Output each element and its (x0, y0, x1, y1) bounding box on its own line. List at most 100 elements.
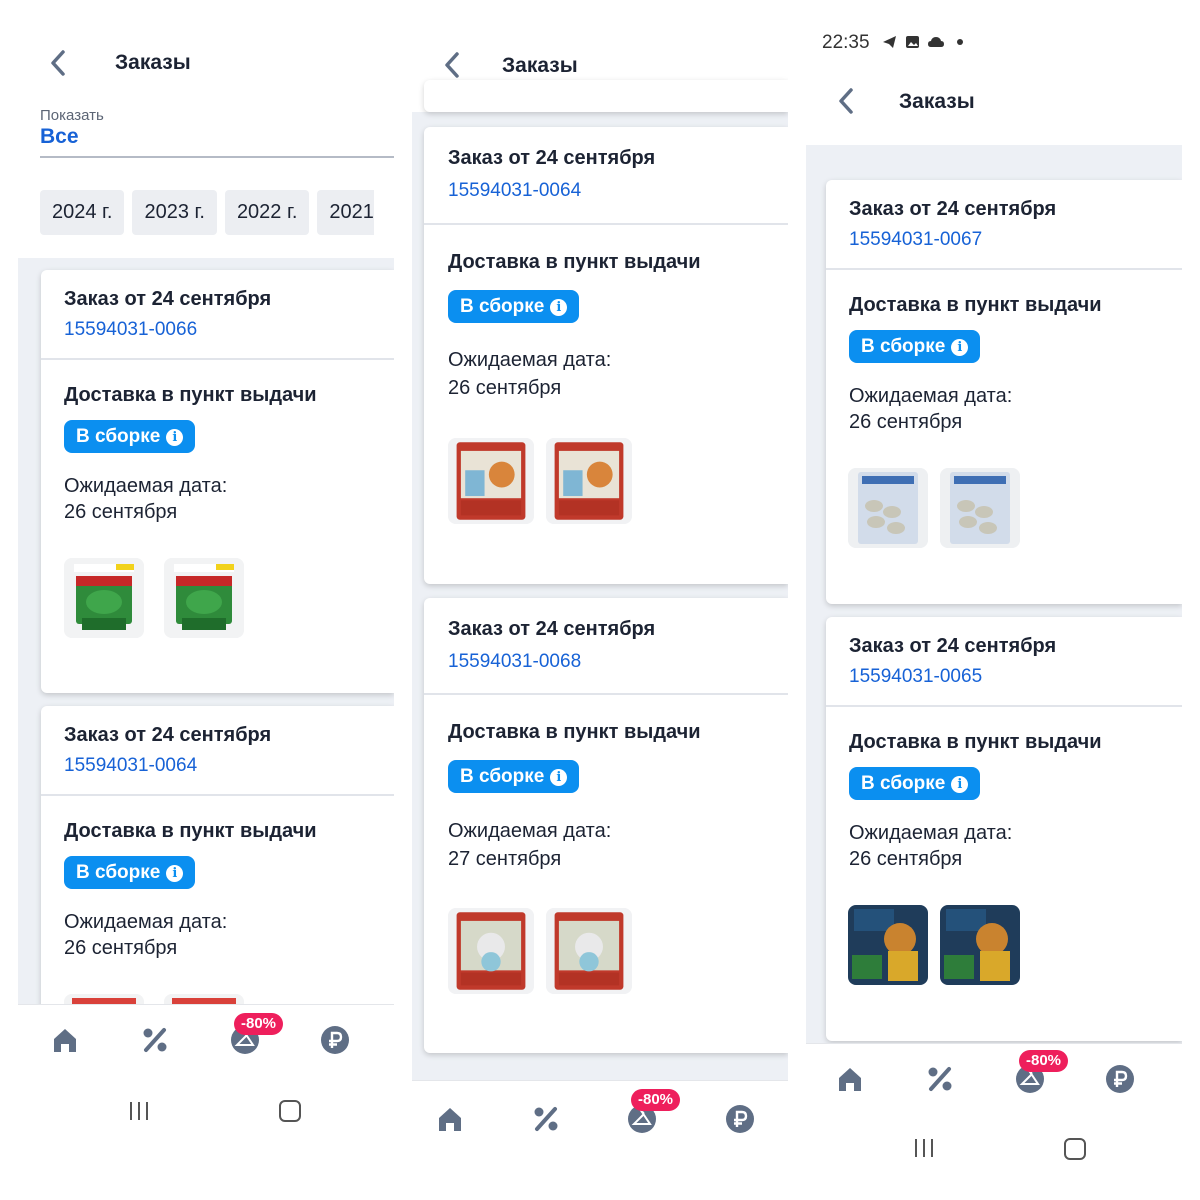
chevron-left-icon (839, 88, 853, 114)
order-number[interactable]: 15594031-0066 (64, 319, 197, 341)
back-button[interactable] (836, 87, 856, 115)
product-thumbnail[interactable] (546, 438, 632, 524)
order-card[interactable]: Заказ от 24 сентября 15594031-0064 Доста… (424, 127, 788, 584)
image-icon (905, 35, 920, 49)
ruble-icon (1106, 1065, 1134, 1093)
status-badge[interactable]: В сборке i (64, 856, 196, 889)
back-button[interactable] (48, 49, 68, 77)
info-icon[interactable]: i (951, 339, 969, 356)
canned-food-image (64, 558, 144, 638)
status-badge[interactable]: В сборке i (448, 760, 580, 793)
status-badge[interactable]: В сборке i (64, 420, 196, 453)
clock: 22:35 (822, 32, 870, 53)
screen-orders-1: Заказы Показать Все 2024 г. 2023 г. 2022 г… (18, 0, 394, 1142)
divider (826, 268, 1182, 270)
info-icon[interactable]: i (550, 299, 568, 316)
year-chip[interactable]: 2021 (317, 190, 374, 235)
info-icon[interactable]: i (166, 429, 184, 446)
order-number[interactable]: 15594031-0068 (448, 651, 581, 673)
status-label: В сборке (76, 426, 161, 447)
product-thumbnail[interactable] (848, 468, 928, 548)
expected-date: 26 сентября (849, 411, 963, 433)
expected-date: 26 сентября (849, 848, 963, 870)
order-title: Заказ от 24 сентября (849, 198, 1057, 220)
kitten-food-image (448, 908, 534, 994)
promo-badge[interactable]: -80% (631, 1089, 681, 1111)
nav-promotions[interactable] (531, 1104, 561, 1134)
delivery-type: Доставка в пункт выдачи (849, 731, 1102, 753)
expected-date-label: Ожидаемая дата: (849, 385, 1013, 407)
order-card[interactable]: Заказ от 24 сентября 15594031-0067 Доста… (826, 180, 1182, 604)
delivery-type: Доставка в пункт выдачи (849, 294, 1102, 316)
year-chip[interactable]: 2023 г. (132, 190, 217, 235)
ruble-icon (321, 1026, 349, 1054)
info-icon[interactable]: i (951, 776, 969, 793)
nav-payments[interactable] (320, 1025, 350, 1055)
promo-badge[interactable]: -80% (234, 1013, 284, 1035)
system-home-button[interactable] (279, 1100, 301, 1122)
order-card[interactable]: Заказ от 24 сентября 15594031-0066 Доста… (41, 270, 394, 693)
order-card[interactable]: Заказ от 24 сентября 15594031-0068 Доста… (424, 598, 788, 1053)
percent-icon (534, 1107, 558, 1131)
cloud-icon (927, 35, 945, 49)
chevron-left-icon (445, 52, 459, 78)
nav-home[interactable] (435, 1104, 465, 1134)
expected-date: 26 сентября (64, 937, 178, 959)
filter-label: Показать (40, 107, 104, 124)
canned-food-image (164, 558, 244, 638)
expected-date: 26 сентября (448, 377, 562, 399)
system-recent-apps[interactable] (128, 1101, 150, 1121)
nav-home[interactable] (50, 1025, 80, 1055)
chevron-left-icon (51, 50, 65, 76)
home-icon (439, 1108, 461, 1131)
divider (424, 693, 788, 695)
system-home-button[interactable] (1064, 1138, 1086, 1160)
order-number[interactable]: 15594031-0065 (849, 666, 982, 688)
order-number[interactable]: 15594031-0064 (64, 755, 197, 777)
delivery-type: Доставка в пункт выдачи (448, 721, 701, 743)
product-thumbnail[interactable] (64, 558, 144, 638)
info-icon[interactable]: i (166, 865, 184, 882)
status-badge[interactable]: В сборке i (849, 330, 981, 363)
kitten-food-image (546, 908, 632, 994)
order-title: Заказ от 24 сентября (448, 618, 656, 640)
order-title: Заказ от 24 сентября (64, 288, 272, 310)
status-badge[interactable]: В сборке i (448, 290, 580, 323)
product-thumbnail[interactable] (448, 908, 534, 994)
order-number[interactable]: 15594031-0067 (849, 229, 982, 251)
delivery-type: Доставка в пункт выдачи (64, 384, 317, 406)
expected-date: 26 сентября (64, 501, 178, 523)
status-bar: 22:35 (806, 0, 1182, 80)
nav-home[interactable] (835, 1064, 865, 1094)
order-number[interactable]: 15594031-0064 (448, 180, 581, 202)
back-button[interactable] (442, 51, 462, 79)
nav-payments[interactable] (725, 1104, 755, 1134)
order-title: Заказ от 24 сентября (849, 635, 1057, 657)
nav-promotions[interactable] (140, 1025, 170, 1055)
year-chip[interactable]: 2022 г. (224, 190, 310, 235)
product-thumbnail[interactable] (164, 558, 244, 638)
nav-promotions[interactable] (925, 1064, 955, 1094)
cat-food-image (848, 905, 928, 985)
product-thumbnail[interactable] (940, 468, 1020, 548)
system-recent-apps[interactable] (913, 1138, 935, 1158)
info-icon[interactable]: i (550, 769, 568, 786)
product-thumbnail[interactable] (546, 908, 632, 994)
order-card[interactable]: Заказ от 24 сентября 15594031-0064 Доста… (41, 706, 394, 1036)
telegram-icon (882, 35, 897, 49)
screen-orders-3: 22:35 Заказы Заказ от 24 сентября 155940… (806, 0, 1182, 1180)
status-badge[interactable]: В сборке i (849, 767, 981, 800)
filter-select[interactable]: Все (40, 125, 79, 149)
product-thumbnail[interactable] (448, 438, 534, 524)
status-label: В сборке (460, 766, 545, 787)
year-chip[interactable]: 2024 г. (40, 190, 125, 235)
screen-orders-2: Заказы Заказ от 24 сентября 15594031-006… (412, 0, 788, 1180)
nav-payments[interactable] (1105, 1064, 1135, 1094)
product-thumbnail[interactable] (940, 905, 1020, 985)
page-title: Заказы (115, 51, 191, 74)
product-thumbnail[interactable] (848, 905, 928, 985)
year-chips: 2024 г. 2023 г. 2022 г. 2021 (40, 190, 394, 235)
divider (41, 794, 394, 796)
promo-badge[interactable]: -80% (1019, 1050, 1069, 1072)
order-card[interactable]: Заказ от 24 сентября 15594031-0065 Доста… (826, 617, 1182, 1041)
